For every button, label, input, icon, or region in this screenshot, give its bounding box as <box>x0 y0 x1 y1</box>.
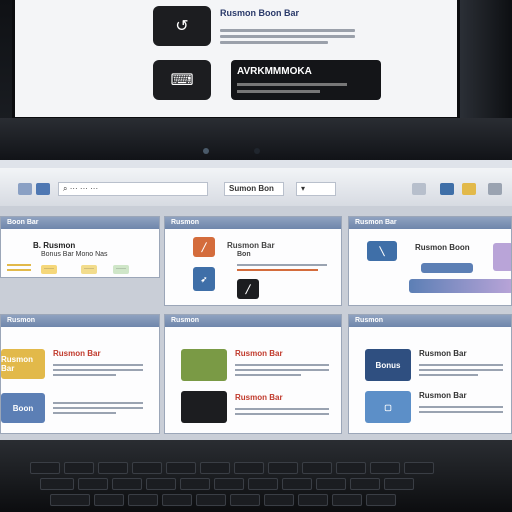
panel-subtitle: Bon <box>237 251 251 258</box>
panel-header: Boon Bar <box>1 217 159 229</box>
refresh-icon: ↺ <box>175 18 189 35</box>
panel-title: Rusmon Bar <box>227 241 275 250</box>
panel-lines <box>53 361 143 379</box>
preview-thumbnail[interactable] <box>493 243 511 271</box>
share-icon[interactable] <box>440 183 454 195</box>
bird-icon[interactable]: ➶ <box>193 267 215 291</box>
panel-6[interactable]: Rusmon Bonus ▢ Rusmon Bar Rusmon Bar <box>348 314 512 434</box>
panel-lines <box>235 361 329 379</box>
key-row <box>40 478 414 490</box>
brush-icon[interactable]: ╱ <box>193 237 215 257</box>
panel-2[interactable]: Rusmon ╱ ➶ ╱ Rusmon Bar Bon <box>164 216 342 306</box>
monitor-text-lines <box>220 26 355 47</box>
title-field[interactable]: Sumon Bon <box>224 182 284 196</box>
key-row <box>50 494 396 506</box>
panel-title: B. Rusmon <box>33 241 76 250</box>
panel-header: Rusmon Bar <box>349 217 511 229</box>
refresh-tile[interactable]: ↺ <box>153 6 211 46</box>
panel-title: Rusmon Boon <box>415 243 470 252</box>
chip[interactable]: ····· <box>113 265 129 274</box>
panel-title: Rusmon Bar <box>235 349 283 358</box>
tile-2[interactable]: Boon <box>1 393 45 423</box>
chip[interactable]: ····· <box>41 265 57 274</box>
chip[interactable]: ····· <box>81 265 97 274</box>
tile-1[interactable]: Rusmon Bar <box>1 349 45 379</box>
star-icon[interactable] <box>462 183 476 195</box>
keyboard-tile[interactable]: ⌨ <box>153 60 211 100</box>
green-tile[interactable] <box>181 349 227 381</box>
dark-tile[interactable] <box>181 391 227 423</box>
panel-title: Rusmon Bar <box>419 349 467 358</box>
view-icon[interactable] <box>412 183 426 195</box>
panel-header: Rusmon <box>1 315 159 327</box>
panel-lines <box>419 403 503 416</box>
sensor-icon <box>254 148 260 154</box>
panel-title-2: Rusmon Bar <box>235 393 283 402</box>
panel-4[interactable]: Rusmon Rusmon Bar Boon Rusmon Bar <box>0 314 160 434</box>
panel-header: Rusmon <box>165 217 341 229</box>
monitor-side <box>460 0 512 130</box>
keyboard-icon: ⌨ <box>170 72 194 89</box>
folder-icon[interactable] <box>36 183 50 195</box>
banner-line <box>237 90 320 93</box>
action-button[interactable] <box>421 263 473 273</box>
chart-icon[interactable]: ╱ <box>237 279 259 299</box>
panel-lines <box>419 361 503 379</box>
panel-lines <box>235 405 329 418</box>
monitor-dark-banner[interactable]: AVRKMMMOKA <box>231 60 381 100</box>
panel-subtitle: Bonus Bar Mono Nas <box>41 251 108 258</box>
tile-1[interactable]: Bonus <box>365 349 411 381</box>
panel-header: Rusmon <box>165 315 341 327</box>
banner-line <box>237 83 348 86</box>
monitor-header-title: Rusmon Boon Bar <box>220 8 300 18</box>
image-thumbnail-icon[interactable]: ╲ <box>367 241 397 261</box>
panel-title: Rusmon Bar <box>53 349 101 358</box>
panel-header: Rusmon <box>349 315 511 327</box>
panel-title-2: Rusmon Bar <box>419 391 467 400</box>
search-input[interactable]: ⌕ ··· ··· ··· <box>58 182 208 196</box>
key-row <box>30 462 434 474</box>
dark-banner-text: AVRKMMMOKA <box>237 66 312 77</box>
camera-icon <box>203 148 209 154</box>
laptop-bezel <box>0 118 512 162</box>
square-icon[interactable]: ▢ <box>365 391 411 423</box>
panel-lines <box>53 399 143 417</box>
dropdown-select[interactable]: ▾ <box>296 182 336 196</box>
menu-icon[interactable] <box>488 183 502 195</box>
panel-3[interactable]: Rusmon Bar ╲ Rusmon Boon <box>348 216 512 306</box>
progress-banner <box>409 279 511 293</box>
monitor-screen: ↺ ⌨ Rusmon Boon Bar AVRKMMMOKA <box>12 0 460 120</box>
panel-lines <box>237 261 327 274</box>
panel-5[interactable]: Rusmon Rusmon Bar Rusmon Bar <box>164 314 342 434</box>
app-icon[interactable] <box>18 183 32 195</box>
panel-1[interactable]: Boon Bar B. Rusmon Bonus Bar Mono Nas ··… <box>0 216 160 278</box>
panel-lines <box>7 261 31 274</box>
